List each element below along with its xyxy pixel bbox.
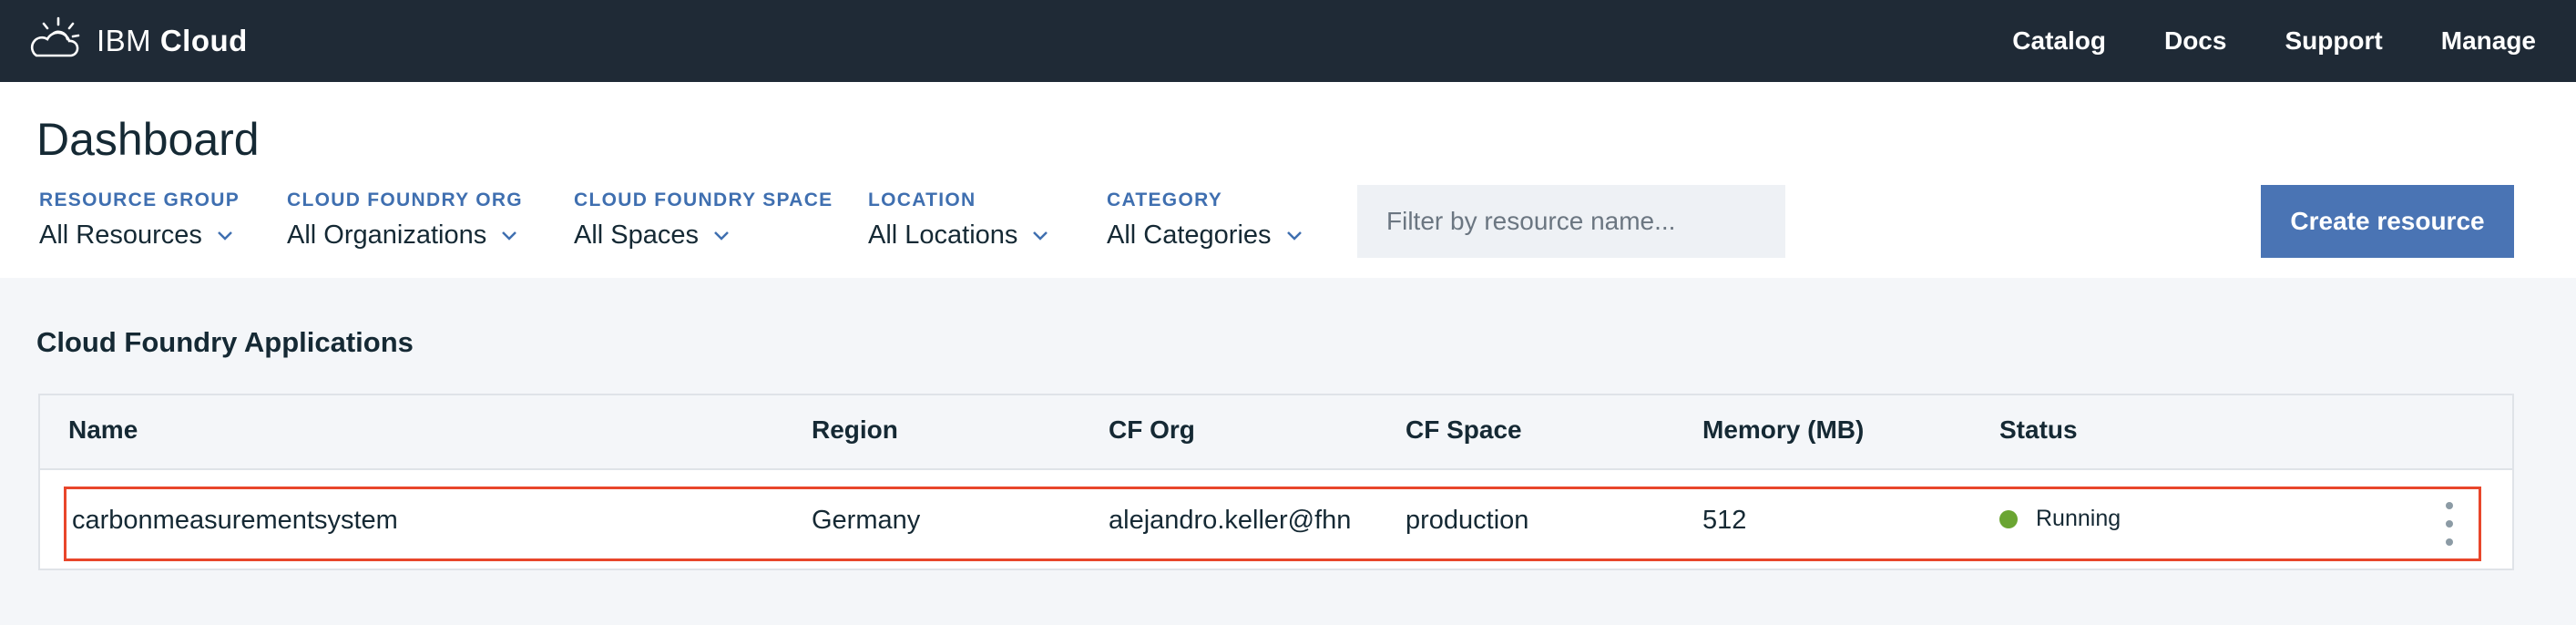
filter-label: CLOUD FOUNDRY ORG [287,190,523,210]
status-running-icon [1999,509,2018,528]
resource-name-filter-input[interactable] [1357,185,1785,258]
page-title: Dashboard [36,114,260,165]
dashboard-header: Dashboard RESOURCE GROUP All Resources C… [0,82,2576,278]
nav-manage-link[interactable]: Manage [2441,26,2536,56]
chevron-down-icon [218,231,232,241]
filter-cloud-foundry-org: CLOUD FOUNDRY ORG All Organizations [287,190,523,251]
column-header-memory[interactable]: Memory (MB) [1702,415,1864,445]
applications-table: Name Region CF Org CF Space Memory (MB) … [38,394,2514,570]
kebab-dot [2446,538,2453,546]
column-header-name[interactable]: Name [68,415,138,445]
filter-category: CATEGORY All Categories [1107,190,1303,251]
chevron-down-icon [502,231,517,241]
filter-label: CATEGORY [1107,190,1223,210]
brand-name: IBM Cloud [97,24,248,58]
column-header-cf-space[interactable]: CF Space [1406,415,1522,445]
chevron-down-icon [1286,231,1302,241]
cell-cf-space: production [1406,506,1529,535]
nav-docs-link[interactable]: Docs [2164,26,2226,56]
cf-org-dropdown[interactable]: All Organizations [287,220,523,251]
brand-ibm-text: IBM [97,24,152,57]
kebab-dot [2446,520,2453,528]
filter-cloud-foundry-space: CLOUD FOUNDRY SPACE All Spaces [574,190,833,251]
top-navigation-bar: IBM Cloud Catalog Docs Support Manage [0,0,2576,82]
filter-label: RESOURCE GROUP [39,190,240,210]
filter-label: LOCATION [868,190,976,210]
cf-space-dropdown[interactable]: All Spaces [574,220,833,251]
top-nav-links: Catalog Docs Support Manage [1954,0,2536,82]
column-header-cf-org[interactable]: CF Org [1109,415,1195,445]
cell-memory: 512 [1702,506,1747,535]
dropdown-value: All Organizations [287,220,487,250]
category-dropdown[interactable]: All Categories [1107,220,1303,251]
kebab-dot [2446,502,2453,509]
dropdown-value: All Categories [1107,220,1272,250]
create-resource-button[interactable]: Create resource [2261,185,2514,258]
nav-support-link[interactable]: Support [2285,26,2382,56]
cell-name[interactable]: carbonmeasurementsystem [72,506,398,536]
chevron-down-icon [714,231,729,241]
brand-cloud-text: Cloud [159,24,248,57]
dropdown-value: All Locations [868,220,1018,250]
cloud-sun-icon [26,15,80,67]
row-overflow-menu-icon[interactable] [2440,502,2458,546]
dropdown-value: All Spaces [574,220,700,250]
dropdown-value: All Resources [39,220,202,250]
resource-group-dropdown[interactable]: All Resources [39,220,240,251]
column-header-region[interactable]: Region [812,415,898,445]
section-title: Cloud Foundry Applications [36,326,414,358]
table-header: Name Region CF Org CF Space Memory (MB) … [40,395,2512,470]
brand-logo[interactable]: IBM Cloud [26,13,248,69]
cell-cf-org: alejandro.keller@fhnw [1109,506,1350,535]
filter-resource-group: RESOURCE GROUP All Resources [39,190,240,251]
cell-status: Running [1999,506,2121,532]
filter-location: LOCATION All Locations [868,190,1048,251]
location-dropdown[interactable]: All Locations [868,220,1048,251]
cell-region: Germany [812,506,921,535]
nav-catalog-link[interactable]: Catalog [2012,26,2106,56]
status-text: Running [2036,506,2121,531]
column-header-status[interactable]: Status [1999,415,2078,445]
table-row[interactable]: carbonmeasurementsystem Germany alejandr… [64,487,2481,561]
filter-label: CLOUD FOUNDRY SPACE [574,190,833,210]
chevron-down-icon [1033,231,1048,241]
